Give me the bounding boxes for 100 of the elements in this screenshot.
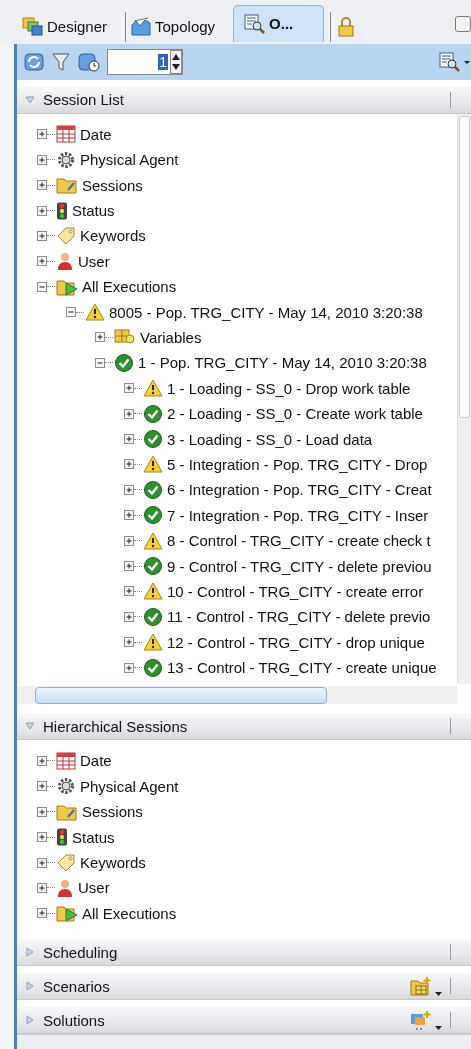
folder-play-icon <box>56 904 78 923</box>
tree-item[interactable]: 6 - Integration - Pop. TRG_CITY - Creat <box>167 481 432 499</box>
check-circle-icon <box>143 607 163 626</box>
expand-toggle-icon[interactable] <box>124 637 134 648</box>
caret-icon <box>435 992 442 996</box>
traffic-light-icon <box>56 201 68 220</box>
chart-icon <box>130 16 153 37</box>
grid-bulb-icon <box>114 328 136 347</box>
tree-item[interactable]: Physical Agent <box>80 151 179 169</box>
panel-header[interactable]: Scenarios <box>17 972 471 1000</box>
check-circle-icon <box>143 404 163 423</box>
expand-toggle-icon[interactable] <box>124 383 134 394</box>
expand-toggle-icon[interactable] <box>124 459 134 470</box>
tree-item[interactable]: Date <box>80 125 112 143</box>
panel-title: Scheduling <box>43 943 118 961</box>
person-icon <box>56 252 74 271</box>
expand-toggle-icon[interactable] <box>95 357 105 368</box>
expand-toggle-icon[interactable] <box>95 332 105 343</box>
calendar-icon <box>56 125 76 144</box>
expand-toggle-icon[interactable] <box>37 180 47 191</box>
tree-item[interactable]: 2 - Loading - SS_0 - Create work table <box>167 405 423 423</box>
panel-header[interactable]: Hierarchical Sessions <box>17 712 471 741</box>
panel-header[interactable]: Solutions <box>17 1006 471 1034</box>
folder-icon <box>56 176 78 195</box>
overlapping-squares-icon <box>22 16 44 37</box>
expand-toggle-icon[interactable] <box>124 535 134 546</box>
tree-item[interactable]: Variables <box>140 329 202 346</box>
tree-item[interactable]: Status <box>72 202 115 220</box>
expand-toggle-icon[interactable] <box>124 611 134 622</box>
tab[interactable]: Topology <box>125 11 228 42</box>
tree-item[interactable]: Sessions <box>82 803 143 821</box>
expand-toggle-icon[interactable] <box>37 230 47 241</box>
tree-item[interactable]: 5 - Integration - Pop. TRG_CITY - Drop <box>167 455 428 473</box>
tree-item[interactable]: 3 - Loading - SS_0 - Load data <box>167 430 373 448</box>
tree-item[interactable]: Status <box>72 828 115 846</box>
tree-item[interactable]: 8005 - Pop. TRG_CITY - May 14, 2010 3:20:38 <box>109 303 423 321</box>
tree-item[interactable]: User <box>78 252 110 270</box>
refresh-icon[interactable] <box>23 51 45 72</box>
panel-header[interactable]: Scheduling <box>17 938 471 966</box>
tab[interactable]: Designer <box>18 11 120 42</box>
version-plus-icon <box>410 1010 432 1030</box>
search-dropdown-icon[interactable] <box>439 51 471 72</box>
expand-toggle-icon[interactable] <box>37 832 47 843</box>
person-icon <box>56 878 74 897</box>
expand-toggle-icon[interactable] <box>37 205 47 216</box>
expand-toggle-icon[interactable] <box>124 408 134 419</box>
check-circle-icon <box>143 557 163 575</box>
add-dropdown-button[interactable] <box>410 976 442 996</box>
expand-toggle-icon[interactable] <box>124 434 134 445</box>
expand-toggle-icon[interactable] <box>37 882 47 893</box>
number-spinner[interactable]: 1 <box>107 48 183 75</box>
gear-icon <box>56 777 76 796</box>
panel-header[interactable]: Session List <box>17 85 471 114</box>
expand-toggle-icon[interactable] <box>37 781 47 792</box>
expand-toggle-icon[interactable] <box>37 806 47 817</box>
check-circle-icon <box>143 480 163 499</box>
warning-icon <box>85 303 105 322</box>
expand-toggle-icon[interactable] <box>124 484 134 495</box>
tree-item[interactable]: 13 - Control - TRG_CITY - create unique <box>167 659 437 677</box>
refresh-clock-icon[interactable] <box>77 51 101 72</box>
tree-item[interactable]: 12 - Control - TRG_CITY - drop unique <box>167 633 425 651</box>
tree-item[interactable]: All Executions <box>82 904 177 922</box>
vertical-scrollbar[interactable] <box>457 113 471 685</box>
tree-item[interactable]: 9 - Control - TRG_CITY - delete previou <box>167 557 432 575</box>
tree-item[interactable]: 1 - Pop. TRG_CITY - May 14, 2010 3:20:38 <box>138 354 427 372</box>
expand-toggle-icon[interactable] <box>37 281 47 292</box>
tree-item[interactable]: 11 - Control - TRG_CITY - delete previo <box>167 608 431 626</box>
add-dropdown-button[interactable] <box>410 1010 442 1030</box>
expand-toggle-icon[interactable] <box>37 857 47 868</box>
tree-item[interactable]: Keywords <box>80 227 146 245</box>
expand-toggle-icon[interactable] <box>37 256 47 267</box>
expand-toggle-icon[interactable] <box>66 307 76 318</box>
tree-item[interactable]: All Executions <box>82 278 177 296</box>
filter-icon[interactable] <box>51 51 71 72</box>
tab[interactable]: O... <box>233 4 325 42</box>
minimize-button[interactable] <box>455 15 471 32</box>
folder-play-icon <box>56 277 78 296</box>
expand-toggle-icon[interactable] <box>37 755 47 766</box>
tree-item[interactable]: Keywords <box>80 854 146 871</box>
expand-toggle-icon[interactable] <box>124 561 134 571</box>
tree-item[interactable]: Physical Agent <box>80 777 179 795</box>
tree-item[interactable]: 7 - Integration - Pop. TRG_CITY - Inser <box>167 506 429 524</box>
up-down-arrows-icon[interactable] <box>170 49 182 74</box>
check-circle-icon <box>143 658 163 677</box>
tree-item[interactable]: 10 - Control - TRG_CITY - create error <box>167 582 424 600</box>
tree-item[interactable]: Sessions <box>82 176 143 194</box>
expand-toggle-icon[interactable] <box>37 154 47 165</box>
tag-icon <box>56 853 76 872</box>
horizontal-scrollbar[interactable] <box>17 686 457 705</box>
expand-toggle-icon[interactable] <box>37 908 47 919</box>
expand-toggle-icon[interactable] <box>37 129 47 140</box>
warning-icon <box>143 633 163 652</box>
tree-item[interactable]: User <box>78 879 110 897</box>
tree-item[interactable]: 8 - Control - TRG_CITY - create check t <box>167 532 431 550</box>
tree-item[interactable]: Date <box>80 752 112 770</box>
tree-item[interactable]: 1 - Loading - SS_0 - Drop work table <box>167 379 411 397</box>
expand-toggle-icon[interactable] <box>124 662 134 673</box>
warning-icon <box>143 531 163 550</box>
expand-toggle-icon[interactable] <box>124 510 134 521</box>
expand-toggle-icon[interactable] <box>124 586 134 597</box>
